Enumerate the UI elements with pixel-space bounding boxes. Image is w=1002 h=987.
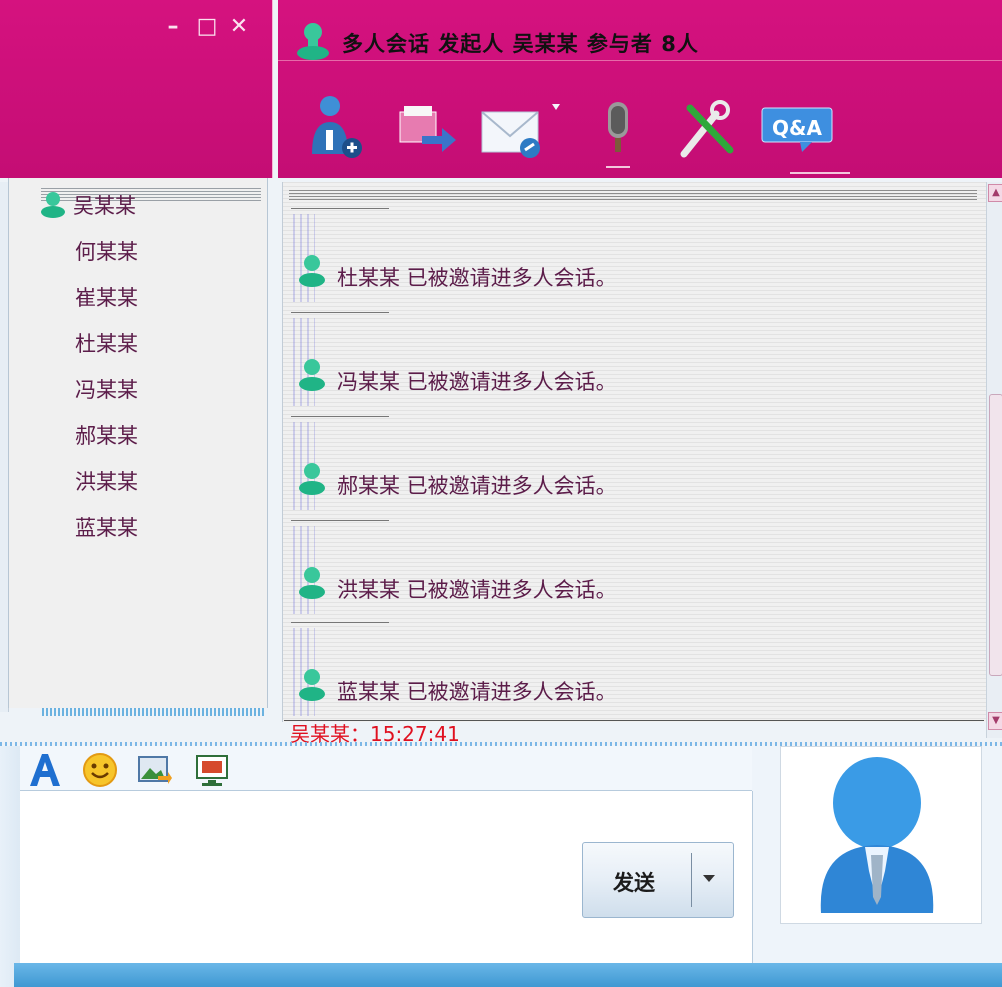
image-button[interactable] (136, 752, 172, 788)
window-title: 多人会话 发起人 吴某某 参与者 8人 (342, 32, 699, 56)
chat-message: 杜某某 已被邀请进多人会话。 (291, 208, 891, 312)
message-separator (291, 416, 389, 417)
screenshot-button[interactable] (194, 752, 230, 788)
user-icon (299, 359, 325, 391)
email-button[interactable] (480, 92, 570, 166)
user-icon (299, 463, 325, 495)
qa-label: Q&A (772, 116, 822, 140)
maximize-button[interactable]: □ (194, 13, 220, 39)
close-icon: ✕ (229, 13, 249, 39)
message-separator (291, 622, 389, 623)
chat-message: 蓝某某 已被邀请进多人会话。 (291, 622, 891, 726)
chevron-down-icon[interactable] (703, 875, 715, 882)
participant-item[interactable]: 吴某某 (73, 190, 136, 220)
title-bar: 多人会话 发起人 吴某某 参与者 8人 (278, 6, 1002, 61)
settings-button[interactable] (676, 92, 740, 166)
send-file-button[interactable] (394, 92, 458, 166)
initiator-user-icon (41, 192, 65, 218)
scroll-down-arrow-icon[interactable]: ▼ (988, 712, 1002, 730)
message-text: 洪某某 已被邀请进多人会话。 (337, 578, 617, 602)
qa-button[interactable]: Q&A (760, 92, 850, 174)
user-avatar-icon (820, 757, 934, 913)
avatar (780, 746, 982, 924)
scroll-thumb[interactable] (989, 394, 1002, 676)
participant-item[interactable]: 蓝某某 (75, 512, 138, 542)
email-icon (481, 104, 560, 158)
chat-top-lines (289, 190, 977, 202)
invite-user-button[interactable] (304, 92, 368, 166)
participant-item[interactable]: 杜某某 (75, 328, 138, 358)
font-icon (30, 754, 60, 786)
chat-message: 郝某某 已被邀请进多人会话。 (291, 416, 891, 520)
chat-message: 洪某某 已被邀请进多人会话。 (291, 520, 891, 624)
participant-divider (42, 708, 264, 716)
user-icon (299, 567, 325, 599)
participant-item[interactable]: 何某某 (75, 236, 138, 266)
user-icon (297, 23, 329, 60)
screenshot-icon (196, 755, 228, 786)
left-header: – □ ✕ (0, 0, 273, 178)
participant-item[interactable]: 崔某某 (75, 282, 138, 312)
tools-icon (680, 100, 734, 158)
add-user-icon (312, 96, 362, 158)
message-separator (291, 520, 389, 521)
user-icon (299, 669, 325, 701)
chat-message: 冯某某 已被邀请进多人会话。 (291, 312, 891, 416)
smiley-icon (83, 753, 117, 787)
participant-item[interactable]: 冯某某 (75, 374, 138, 404)
scroll-up-arrow-icon[interactable]: ▲ (988, 184, 1002, 202)
participant-item[interactable]: 郝某某 (75, 420, 138, 450)
send-split-divider (691, 853, 692, 907)
left-frame-edge (0, 746, 20, 987)
window-bottom-border (14, 963, 1002, 987)
file-transfer-icon (399, 106, 456, 152)
maximize-icon: □ (196, 13, 218, 39)
chat-scrollbar[interactable]: ▲ ▼ (986, 182, 1002, 738)
participant-list: 吴某某 何某某 崔某某 杜某某 冯某某 郝某某 洪某某 蓝某某 (8, 178, 268, 708)
participant-item[interactable]: 洪某某 (75, 466, 138, 496)
message-separator (291, 208, 389, 209)
close-button[interactable]: ✕ (226, 13, 252, 39)
message-text: 蓝某某 已被邀请进多人会话。 (337, 680, 617, 704)
message-text: 郝某某 已被邀请进多人会话。 (337, 474, 617, 498)
minimize-icon: – (167, 13, 179, 39)
timestamp-separator (284, 720, 984, 721)
microphone-icon (606, 102, 630, 168)
message-text: 冯某某 已被邀请进多人会话。 (337, 370, 617, 394)
minimize-button[interactable]: – (160, 13, 186, 39)
font-button[interactable] (26, 752, 62, 788)
send-button-label: 发送 (613, 871, 655, 895)
emoji-button[interactable] (82, 752, 118, 788)
chat-history[interactable]: 杜某某 已被邀请进多人会话。 冯某某 已被邀请进多人会话。 郝某某 已被邀请进多… (282, 182, 987, 722)
voice-button[interactable] (590, 92, 654, 168)
message-separator (291, 312, 389, 313)
image-icon (138, 756, 172, 784)
send-button[interactable]: 发送 (582, 842, 734, 918)
input-toolbar (20, 746, 752, 791)
user-icon (299, 255, 325, 287)
message-text: 杜某某 已被邀请进多人会话。 (337, 266, 617, 290)
